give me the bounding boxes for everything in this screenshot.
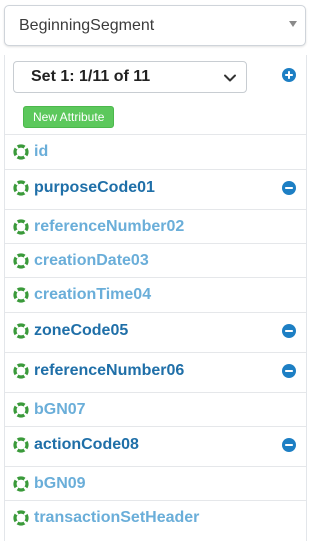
set-select-value: Set 1: 1/11 of 11 xyxy=(31,68,151,85)
add-set-button[interactable] xyxy=(282,68,296,87)
set-select[interactable]: Set 1: 1/11 of 11 xyxy=(13,61,247,93)
attribute-row[interactable]: referenceNumber06 xyxy=(5,352,306,392)
attribute-name[interactable]: id xyxy=(34,143,48,161)
attribute-name[interactable]: zoneCode05 xyxy=(34,322,128,340)
remove-attribute-button[interactable] xyxy=(282,364,296,383)
remove-attribute-button[interactable] xyxy=(282,181,296,200)
attribute-row[interactable]: transactionSetHeader xyxy=(5,500,306,541)
segment-select-value: BeginningSegment xyxy=(19,17,155,34)
attribute-name[interactable]: referenceNumber06 xyxy=(34,362,184,380)
plus-circle-icon xyxy=(282,68,296,82)
attribute-row[interactable]: creationDate03 xyxy=(5,243,306,277)
attribute-name[interactable]: bGN09 xyxy=(34,475,86,493)
chevron-down-icon xyxy=(223,71,237,90)
attribute-row[interactable]: actionCode08 xyxy=(5,426,306,466)
attribute-name[interactable]: purposeCode01 xyxy=(34,179,155,197)
attribute-name[interactable]: bGN07 xyxy=(34,401,86,419)
attribute-row[interactable]: id xyxy=(5,134,306,169)
minus-circle-icon xyxy=(282,324,296,338)
remove-attribute-button[interactable] xyxy=(282,438,296,457)
attribute-row[interactable]: purposeCode01 xyxy=(5,169,306,209)
attribute-row[interactable]: bGN09 xyxy=(5,466,306,500)
attribute-name[interactable]: creationTime04 xyxy=(34,286,151,304)
lifebuoy-icon xyxy=(13,219,29,240)
lifebuoy-icon xyxy=(13,180,29,201)
remove-attribute-button[interactable] xyxy=(282,324,296,343)
lifebuoy-icon xyxy=(13,510,29,531)
lifebuoy-icon xyxy=(13,323,29,344)
attribute-row[interactable]: creationTime04 xyxy=(5,277,306,312)
attribute-name[interactable]: referenceNumber02 xyxy=(34,218,184,236)
lifebuoy-icon xyxy=(13,144,29,165)
minus-circle-icon xyxy=(282,438,296,452)
lifebuoy-icon xyxy=(13,402,29,423)
minus-circle-icon xyxy=(282,181,296,195)
lifebuoy-icon xyxy=(13,437,29,458)
lifebuoy-icon xyxy=(13,287,29,308)
attribute-row[interactable]: zoneCode05 xyxy=(5,312,306,352)
new-attribute-button[interactable]: New Attribute xyxy=(23,106,115,128)
attribute-name[interactable]: creationDate03 xyxy=(34,252,149,270)
attribute-row[interactable]: bGN07 xyxy=(5,392,306,426)
segment-select[interactable]: BeginningSegment xyxy=(4,5,306,46)
attribute-row[interactable]: referenceNumber02 xyxy=(5,209,306,243)
lifebuoy-icon xyxy=(13,363,29,384)
lifebuoy-icon xyxy=(13,476,29,497)
lifebuoy-icon xyxy=(13,253,29,274)
attribute-name[interactable]: transactionSetHeader xyxy=(34,509,199,527)
attribute-name[interactable]: actionCode08 xyxy=(34,436,139,454)
minus-circle-icon xyxy=(282,364,296,378)
caret-down-icon xyxy=(289,21,297,27)
